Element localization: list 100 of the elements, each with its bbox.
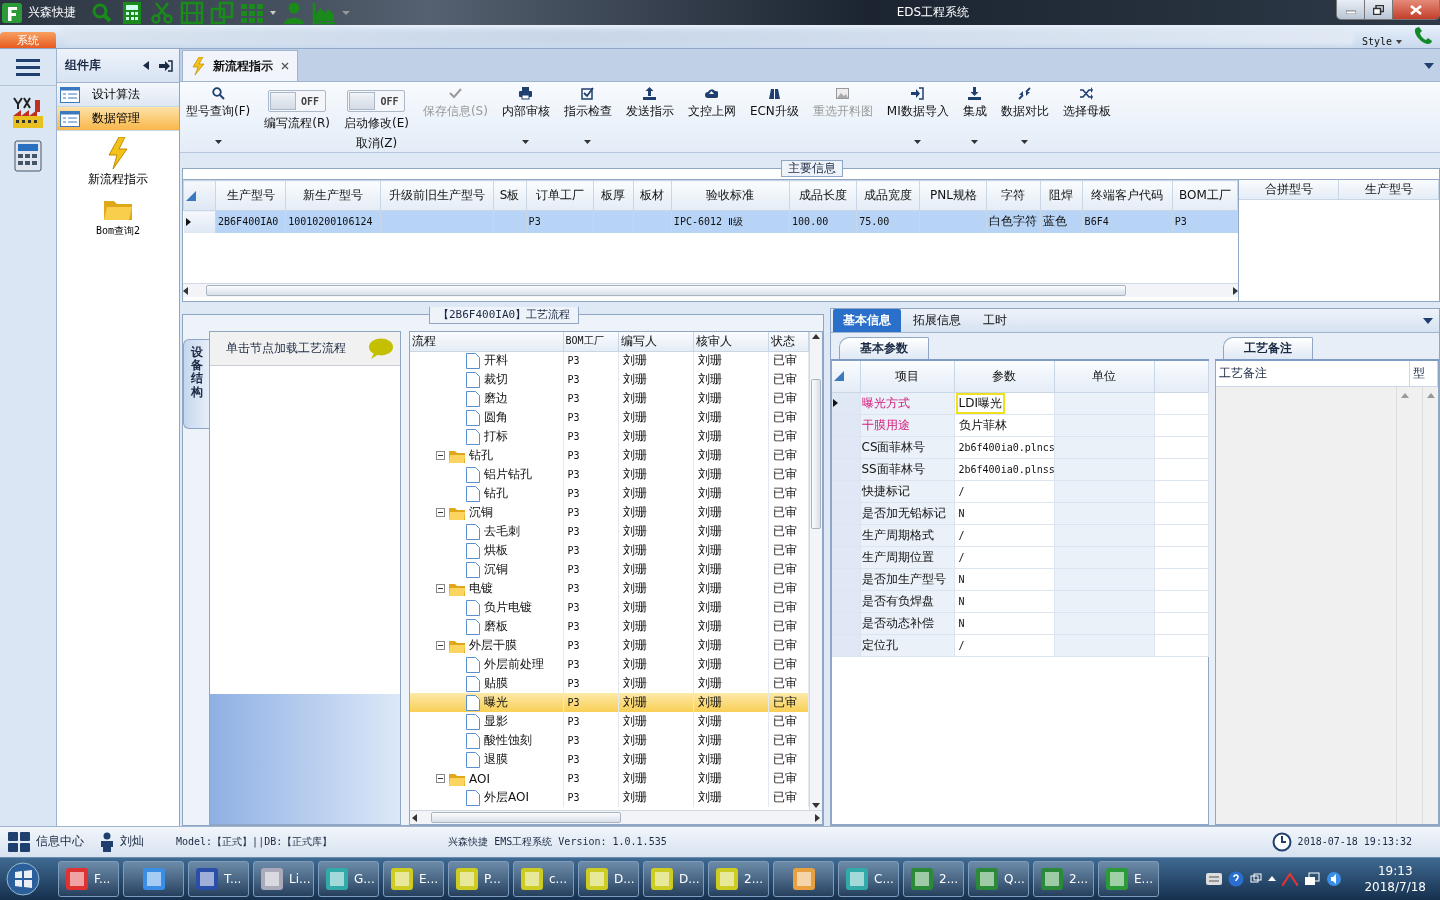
column-header[interactable]: 参数 bbox=[954, 361, 1054, 392]
tree-node[interactable]: 沉铜 bbox=[484, 561, 508, 578]
tree-node[interactable]: 去毛刺 bbox=[484, 523, 520, 540]
column-header[interactable]: 板厚 bbox=[593, 180, 634, 211]
tool-item[interactable]: 新流程指示 bbox=[88, 137, 148, 188]
column-header[interactable]: 阻焊 bbox=[1040, 180, 1083, 211]
taskbar-button[interactable]: T... bbox=[188, 860, 249, 897]
info-center-link[interactable]: 信息中心 bbox=[36, 833, 84, 851]
vertical-scrollbar[interactable] bbox=[1422, 387, 1438, 825]
taskbar-button[interactable]: D... bbox=[578, 860, 639, 897]
column-header[interactable]: S板 bbox=[493, 180, 527, 211]
collapse-icon[interactable] bbox=[436, 774, 445, 783]
vertical-scrollbar[interactable] bbox=[809, 332, 822, 811]
taskbar-button[interactable]: 2... bbox=[1033, 860, 1094, 897]
tab[interactable]: 基本信息 bbox=[833, 309, 901, 332]
up-arrow-icon[interactable] bbox=[1268, 876, 1277, 882]
column-header[interactable]: 编写人 bbox=[618, 332, 693, 351]
taskbar-button[interactable]: C... bbox=[838, 860, 899, 897]
library-item[interactable]: 设计算法 bbox=[57, 83, 179, 107]
library-item[interactable]: 数据管理 bbox=[57, 107, 179, 131]
tab[interactable]: 工时 bbox=[973, 309, 1017, 332]
tree-node[interactable]: 负片电镀 bbox=[484, 599, 532, 616]
toolbar-button[interactable]: 内部审核 bbox=[501, 86, 550, 148]
tree-node[interactable]: 磨板 bbox=[484, 618, 508, 635]
tree-node[interactable]: AOI bbox=[469, 771, 490, 786]
horizontal-scrollbar[interactable] bbox=[183, 283, 1238, 297]
tree-node[interactable]: 磨边 bbox=[484, 390, 508, 407]
document-tab[interactable]: 新流程指示 bbox=[182, 50, 298, 81]
toolbar-button[interactable]: 选择母板 bbox=[1062, 86, 1111, 148]
column-header[interactable]: 板材 bbox=[633, 180, 672, 211]
scrollbar-thumb[interactable] bbox=[431, 812, 621, 824]
taskbar-button[interactable]: G... bbox=[318, 860, 379, 897]
minimize-button[interactable] bbox=[1337, 0, 1365, 19]
side-tab[interactable]: 设备结构 bbox=[183, 339, 209, 429]
scrollbar-thumb[interactable] bbox=[206, 285, 1126, 296]
caret-icon[interactable] bbox=[1424, 63, 1434, 69]
signal-icon[interactable] bbox=[1282, 871, 1299, 886]
toolbar-button[interactable]: 集成 bbox=[962, 86, 987, 148]
caret-icon[interactable] bbox=[1423, 318, 1433, 324]
taskbar-button[interactable] bbox=[773, 860, 834, 897]
tree-node[interactable]: 圆角 bbox=[484, 409, 508, 426]
tree-node[interactable]: 贴膜 bbox=[484, 675, 508, 692]
tree-node[interactable]: 酸性蚀刻 bbox=[484, 732, 532, 749]
factory-icon[interactable] bbox=[11, 96, 45, 130]
column-header[interactable]: 项目 bbox=[860, 361, 954, 392]
help-icon[interactable] bbox=[1228, 870, 1245, 887]
column-header[interactable]: 验收标准 bbox=[671, 180, 790, 211]
toolbar-button[interactable]: 发送指示 bbox=[625, 86, 674, 148]
taskbar-button[interactable]: Q... bbox=[968, 860, 1029, 897]
column-header[interactable]: BOM工厂 bbox=[563, 332, 618, 351]
column-header[interactable]: 新生产型号 bbox=[285, 180, 381, 211]
style-menu[interactable]: Style bbox=[1361, 36, 1402, 47]
collapse-icon[interactable] bbox=[436, 584, 445, 593]
tree-node[interactable]: 钻孔 bbox=[484, 485, 508, 502]
column-header[interactable]: 核审人 bbox=[693, 332, 768, 351]
tree-node[interactable]: 电镀 bbox=[469, 580, 493, 597]
start-button[interactable] bbox=[6, 861, 40, 896]
taskbar-button[interactable]: 2... bbox=[903, 860, 964, 897]
network-icon[interactable] bbox=[1304, 871, 1321, 886]
column-header[interactable]: 终端客户代码 bbox=[1082, 180, 1173, 211]
keyboard-icon[interactable] bbox=[1206, 872, 1223, 885]
column-header[interactable]: 成品长度 bbox=[789, 180, 857, 211]
taskbar-button[interactable]: F... bbox=[58, 860, 119, 897]
taskbar-button[interactable]: E... bbox=[1098, 860, 1159, 897]
calculator-icon[interactable] bbox=[120, 0, 144, 25]
column-header[interactable]: 生产型号 bbox=[1339, 180, 1439, 200]
taskbar-button[interactable]: P... bbox=[448, 860, 509, 897]
panel-tab[interactable]: 工艺备注 bbox=[1223, 337, 1313, 359]
tree-node[interactable]: 外层干膜 bbox=[469, 637, 517, 654]
horizontal-scrollbar[interactable] bbox=[410, 810, 822, 825]
close-button[interactable] bbox=[1393, 0, 1439, 19]
tree-node[interactable]: 曝光 bbox=[484, 694, 508, 711]
tree-node[interactable]: 外层AOI bbox=[484, 789, 529, 806]
panel-tab[interactable]: 基本参数 bbox=[839, 337, 929, 359]
column-header[interactable]: 生产型号 bbox=[215, 180, 286, 211]
column-header[interactable]: 订单工厂 bbox=[526, 180, 594, 211]
taskbar-button[interactable]: 2... bbox=[708, 860, 769, 897]
tree-node[interactable]: 开料 bbox=[484, 352, 508, 370]
column-header[interactable]: 状态 bbox=[768, 332, 808, 351]
tree-node[interactable]: 裁切 bbox=[484, 371, 508, 388]
collapse-icon[interactable] bbox=[436, 641, 445, 650]
tree-node[interactable]: 钻孔 bbox=[469, 447, 493, 464]
column-header[interactable]: 工艺备注 bbox=[1216, 361, 1410, 386]
column-header[interactable]: 成品宽度 bbox=[856, 180, 920, 211]
toolbar-button[interactable]: 型号查询(F) bbox=[186, 86, 251, 148]
tree-node[interactable]: 打标 bbox=[484, 428, 508, 445]
maximize-button[interactable] bbox=[1365, 0, 1393, 19]
toolbar-button[interactable]: 文控上网 bbox=[687, 86, 736, 148]
toolbar-button[interactable]: ECN升级 bbox=[749, 86, 799, 148]
tree-node[interactable]: 烘板 bbox=[484, 542, 508, 559]
menu-icon[interactable] bbox=[16, 57, 40, 77]
collapse-icon[interactable] bbox=[436, 508, 445, 517]
column-header[interactable]: 流程 bbox=[410, 332, 563, 351]
column-header[interactable]: PNL规格 bbox=[919, 180, 987, 211]
toolbar-button[interactable]: 数据对比 bbox=[1000, 86, 1049, 148]
column-header[interactable]: 型 bbox=[1410, 361, 1438, 386]
toolbar-button[interactable]: MI数据导入 bbox=[886, 86, 949, 148]
tab[interactable]: 拓展信息 bbox=[903, 309, 971, 332]
caret-icon[interactable] bbox=[270, 10, 276, 15]
grid-icon[interactable] bbox=[8, 831, 30, 852]
